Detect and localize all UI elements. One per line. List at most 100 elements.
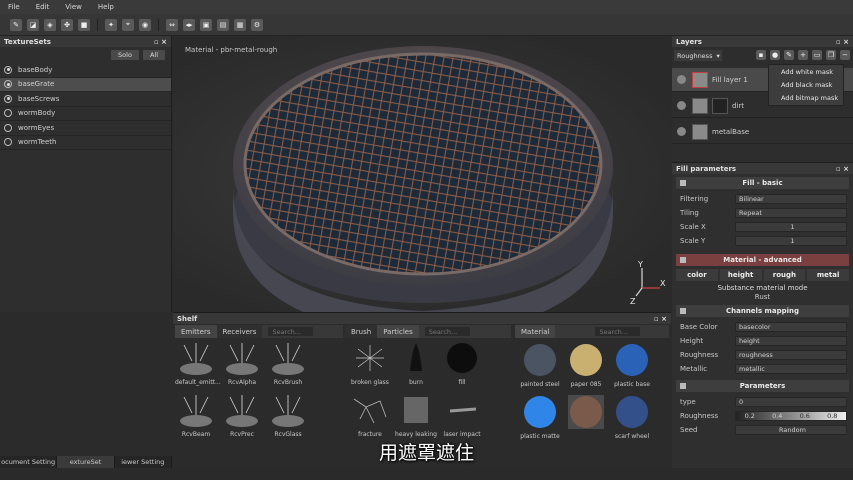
eraser-icon[interactable]: ◪ xyxy=(27,18,39,31)
collapse-icon[interactable] xyxy=(680,383,686,389)
menu-file[interactable]: File xyxy=(8,3,20,11)
shelf-material-item[interactable]: painted steel xyxy=(519,343,561,388)
shelf-emitter-item[interactable]: RcvGlass xyxy=(267,393,309,438)
add-white-mask-item[interactable]: Add white mask xyxy=(769,65,843,78)
filtering-dropdown[interactable]: Bilinear xyxy=(735,194,847,204)
brush-layer-icon[interactable]: ✎ xyxy=(784,50,794,60)
texture-set-row[interactable]: baseGrate xyxy=(0,77,171,92)
clone-icon[interactable]: ✤ xyxy=(61,18,73,31)
grate-model[interactable] xyxy=(173,36,671,312)
shelf-particle-item[interactable]: broken glass xyxy=(349,341,391,386)
eye-icon[interactable] xyxy=(677,75,686,84)
shelf-material-item[interactable]: plastic matte xyxy=(519,395,561,440)
section-fill-basic[interactable]: Fill - basic xyxy=(676,177,849,189)
texture-set-row[interactable]: baseBody xyxy=(0,63,171,78)
radio-icon[interactable] xyxy=(4,80,12,89)
radio-icon[interactable] xyxy=(4,109,12,118)
shelf-particle-item[interactable]: fracture xyxy=(349,393,391,438)
search-input[interactable]: Search... xyxy=(595,327,641,336)
shelf-material-item[interactable]: scarf wheel xyxy=(611,395,653,440)
collapse-icon[interactable] xyxy=(680,180,686,186)
solo-button[interactable]: Solo xyxy=(111,50,139,60)
fill-icon[interactable]: ■ xyxy=(78,18,90,31)
section-parameters[interactable]: Parameters xyxy=(676,380,849,392)
camera-icon[interactable]: ▣ xyxy=(200,18,212,31)
texture-set-row[interactable]: wormTeeth xyxy=(0,136,171,150)
scale-x-field[interactable]: 1 xyxy=(735,222,847,232)
channel-dropdown[interactable]: Roughness ▾ xyxy=(674,50,722,61)
tab-textureset-settings[interactable]: extureSet xyxy=(57,456,115,468)
folder-icon[interactable]: ▭ xyxy=(812,50,822,60)
texture-set-row[interactable]: wormBody xyxy=(0,107,171,121)
add-layer-icon[interactable]: + xyxy=(798,50,808,60)
mirror-icon[interactable]: ◂▸ xyxy=(183,18,195,31)
tab-brush[interactable]: Brush xyxy=(345,325,378,338)
radio-icon[interactable] xyxy=(4,138,12,147)
all-button[interactable]: All xyxy=(142,50,165,60)
chip-color[interactable]: color xyxy=(676,269,718,281)
map-dropdown[interactable]: roughness xyxy=(735,350,847,360)
shelf-material-item[interactable]: paper 085 xyxy=(565,343,607,388)
texture-set-row[interactable]: baseScrews xyxy=(0,92,171,107)
picker-icon[interactable]: ⌖ xyxy=(122,18,134,31)
section-channels-mapping[interactable]: Channels mapping xyxy=(676,305,849,317)
menu-help[interactable]: Help xyxy=(98,3,114,11)
panel-float-icon[interactable]: ▫ × xyxy=(154,38,167,46)
chip-rough[interactable]: rough xyxy=(763,269,806,281)
3d-viewport[interactable]: Material - pbr-metal-rough Y X Z xyxy=(173,36,671,312)
roughness-gradient-slider[interactable]: 0.2 0.4 0.6 0.8 xyxy=(735,411,847,421)
color-picker-icon[interactable]: ◉ xyxy=(139,18,151,31)
section-material-advanced[interactable]: Material - advanced xyxy=(676,254,849,266)
shelf-emitter-item[interactable]: RcvPrec xyxy=(221,393,263,438)
delete-icon[interactable]: − xyxy=(840,50,850,60)
particle-icon[interactable]: ✦ xyxy=(105,18,117,31)
chip-height[interactable]: height xyxy=(719,269,762,281)
layer-row[interactable]: metalBase xyxy=(672,120,853,144)
search-input[interactable]: Search... xyxy=(424,327,470,336)
shelf-particle-item[interactable]: heavy leaking xyxy=(395,393,437,438)
paint-brush-icon[interactable]: ✎ xyxy=(10,18,22,31)
eye-icon[interactable] xyxy=(677,127,686,136)
mask-icon[interactable]: ▪ xyxy=(756,50,766,60)
view-mode-icon[interactable]: ▤ xyxy=(217,18,229,31)
radio-icon[interactable] xyxy=(4,94,12,103)
shelf-particle-item[interactable]: burn xyxy=(395,341,437,386)
shelf-emitter-item[interactable]: RcvBeam xyxy=(175,393,217,438)
shelf-material-item[interactable] xyxy=(565,395,607,433)
tab-receivers[interactable]: Receivers xyxy=(216,325,263,338)
menu-view[interactable]: View xyxy=(65,3,82,11)
collapse-icon[interactable] xyxy=(680,257,686,263)
tab-viewer-settings[interactable]: iewer Setting xyxy=(115,456,172,468)
type-dropdown[interactable]: 0 xyxy=(735,397,847,407)
random-seed-button[interactable]: Random xyxy=(735,425,847,435)
tab-particles[interactable]: Particles xyxy=(377,325,419,338)
texture-set-row[interactable]: wormEyes xyxy=(0,121,171,136)
panel-float-icon[interactable]: ▫ × xyxy=(654,315,667,323)
shelf-particle-item[interactable]: fill xyxy=(441,341,483,386)
shelf-material-item[interactable]: plastic base xyxy=(611,343,653,388)
grid-icon[interactable]: ▦ xyxy=(234,18,246,31)
chip-metal[interactable]: metal xyxy=(807,269,849,281)
eye-icon[interactable] xyxy=(677,101,686,110)
map-dropdown[interactable]: metallic xyxy=(735,364,847,374)
shelf-emitter-item[interactable]: default_emitt... xyxy=(175,341,221,386)
tab-document-settings[interactable]: ocument Setting xyxy=(0,456,58,468)
tab-material[interactable]: Material xyxy=(515,325,556,338)
shelf-particle-item[interactable]: laser impact xyxy=(441,393,483,438)
shelf-emitter-item[interactable]: RcvAlpha xyxy=(221,341,263,386)
search-input[interactable]: Search... xyxy=(268,327,314,336)
panel-float-icon[interactable]: ▫ × xyxy=(836,165,849,173)
tiling-dropdown[interactable]: Repeat xyxy=(735,208,847,218)
scale-y-field[interactable]: 1 xyxy=(735,236,847,246)
substance-material-name[interactable]: Rust xyxy=(672,293,853,301)
projection-icon[interactable]: ◈ xyxy=(44,18,56,31)
menu-edit[interactable]: Edit xyxy=(36,3,50,11)
symmetry-icon[interactable]: ⇔ xyxy=(166,18,178,31)
tab-emitters[interactable]: Emitters xyxy=(175,325,217,338)
radio-icon[interactable] xyxy=(4,123,12,132)
effect-icon[interactable]: ● xyxy=(770,50,780,60)
add-bitmap-mask-item[interactable]: Add bitmap mask xyxy=(769,91,843,104)
radio-icon[interactable] xyxy=(4,65,12,74)
map-dropdown[interactable]: height xyxy=(735,336,847,346)
panel-float-icon[interactable]: ▫ × xyxy=(836,38,849,46)
